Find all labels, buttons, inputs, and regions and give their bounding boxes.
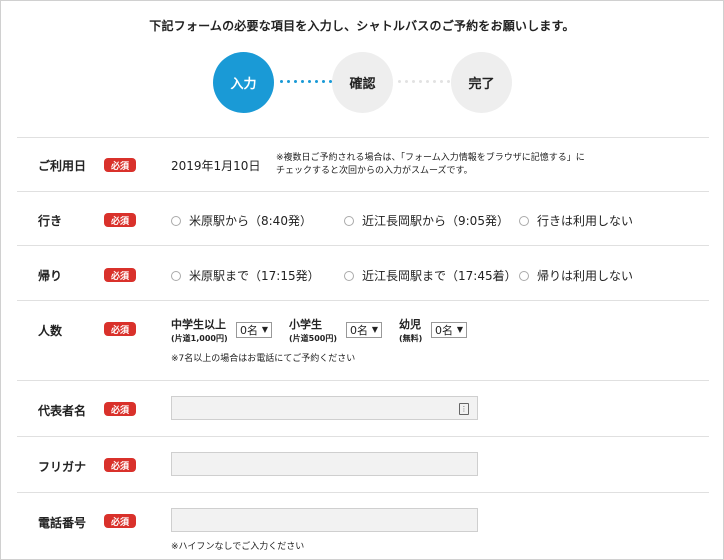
outbound-option-omi-nagaoka[interactable]: 近江長岡駅から（9:05発）	[344, 212, 509, 229]
outbound-label: 行き	[38, 214, 63, 228]
people-infant-price: (無料)	[399, 334, 423, 343]
divider	[17, 380, 709, 381]
select-value: 0名	[240, 324, 258, 337]
divider	[17, 137, 709, 138]
return-option-maibara[interactable]: 米原駅まで（17:15発）	[171, 267, 320, 284]
people-infant-name: 幼児	[399, 318, 421, 331]
chevron-down-icon: ▼	[261, 325, 268, 334]
phone-label: 電話番号	[38, 516, 87, 530]
furigana-input[interactable]	[171, 452, 478, 476]
outbound-option-none[interactable]: 行きは利用しない	[519, 212, 633, 229]
step-confirm: 確認	[332, 52, 393, 113]
date-label: ご利用日	[38, 159, 87, 173]
required-badge: 必須	[104, 213, 136, 227]
divider	[17, 436, 709, 437]
step-complete: 完了	[451, 52, 512, 113]
chevron-down-icon: ▼	[371, 325, 378, 334]
return-option-none[interactable]: 帰りは利用しない	[519, 267, 633, 284]
radio-label: 行きは利用しない	[537, 214, 634, 228]
chevron-down-icon: ▼	[456, 325, 463, 334]
date-value: 2019年1月10日	[171, 159, 261, 173]
radio-label: 米原駅まで（17:15発）	[189, 269, 320, 283]
radio-label: 近江長岡駅まで（17:45着）	[362, 269, 517, 283]
required-badge: 必須	[104, 402, 136, 416]
people-infant-label: 幼児 (無料)	[399, 318, 422, 346]
people-child-name: 小学生	[289, 318, 322, 331]
autofill-icon[interactable]: ⋮	[459, 403, 469, 415]
radio-circle[interactable]	[519, 215, 529, 226]
radio-circle[interactable]	[344, 270, 354, 281]
people-adult-price: (片道1,000円)	[171, 334, 228, 343]
people-infant-select[interactable]: 0名 ▼	[431, 322, 467, 338]
required-badge: 必須	[104, 158, 136, 172]
divider	[17, 191, 709, 192]
people-adult-label: 中学生以上 (片道1,000円)	[171, 318, 228, 346]
people-child-price: (片道500円)	[289, 334, 338, 343]
radio-label: 米原駅から（8:40発）	[189, 214, 312, 228]
return-option-omi-nagaoka[interactable]: 近江長岡駅まで（17:45着）	[344, 267, 517, 284]
people-label: 人数	[38, 324, 63, 338]
radio-label: 帰りは利用しない	[537, 269, 634, 283]
furigana-label: フリガナ	[38, 460, 87, 474]
divider	[17, 300, 709, 301]
required-badge: 必須	[104, 514, 136, 528]
radio-circle[interactable]	[171, 270, 181, 281]
people-child-label: 小学生 (片道500円)	[289, 318, 337, 346]
required-badge: 必須	[104, 458, 136, 472]
divider	[17, 245, 709, 246]
people-note: ※7名以上の場合はお電話にてご予約ください	[171, 354, 356, 364]
date-note-line1: ※複数日ご予約される場合は、「フォーム入力情報をブラウザに記憶する」に	[276, 153, 585, 163]
representative-input[interactable]: ⋮	[171, 396, 478, 420]
phone-note: ※ハイフンなしでご入力ください	[171, 542, 305, 552]
required-badge: 必須	[104, 268, 136, 282]
representative-label: 代表者名	[38, 404, 87, 418]
select-value: 0名	[350, 324, 368, 337]
required-badge: 必須	[104, 322, 136, 336]
intro-text: 下記フォームの必要な項目を入力し、シャトルバスのご予約をお願いします。	[149, 19, 575, 33]
outbound-option-maibara[interactable]: 米原駅から（8:40発）	[171, 212, 312, 229]
step-connector-active	[280, 80, 332, 84]
radio-circle[interactable]	[171, 215, 181, 226]
return-label: 帰り	[38, 269, 63, 283]
radio-circle[interactable]	[344, 215, 354, 226]
people-adult-select[interactable]: 0名 ▼	[236, 322, 272, 338]
phone-input[interactable]	[171, 508, 478, 532]
radio-circle[interactable]	[519, 270, 529, 281]
radio-label: 近江長岡駅から（9:05発）	[362, 214, 509, 228]
select-value: 0名	[435, 324, 453, 337]
step-input: 入力	[213, 52, 274, 113]
date-note-line2: チェックすると次回からの入力がスムーズです。	[276, 166, 473, 176]
divider	[17, 492, 709, 493]
people-child-select[interactable]: 0名 ▼	[346, 322, 382, 338]
step-connector-inactive	[398, 80, 450, 84]
people-adult-name: 中学生以上	[171, 318, 226, 331]
